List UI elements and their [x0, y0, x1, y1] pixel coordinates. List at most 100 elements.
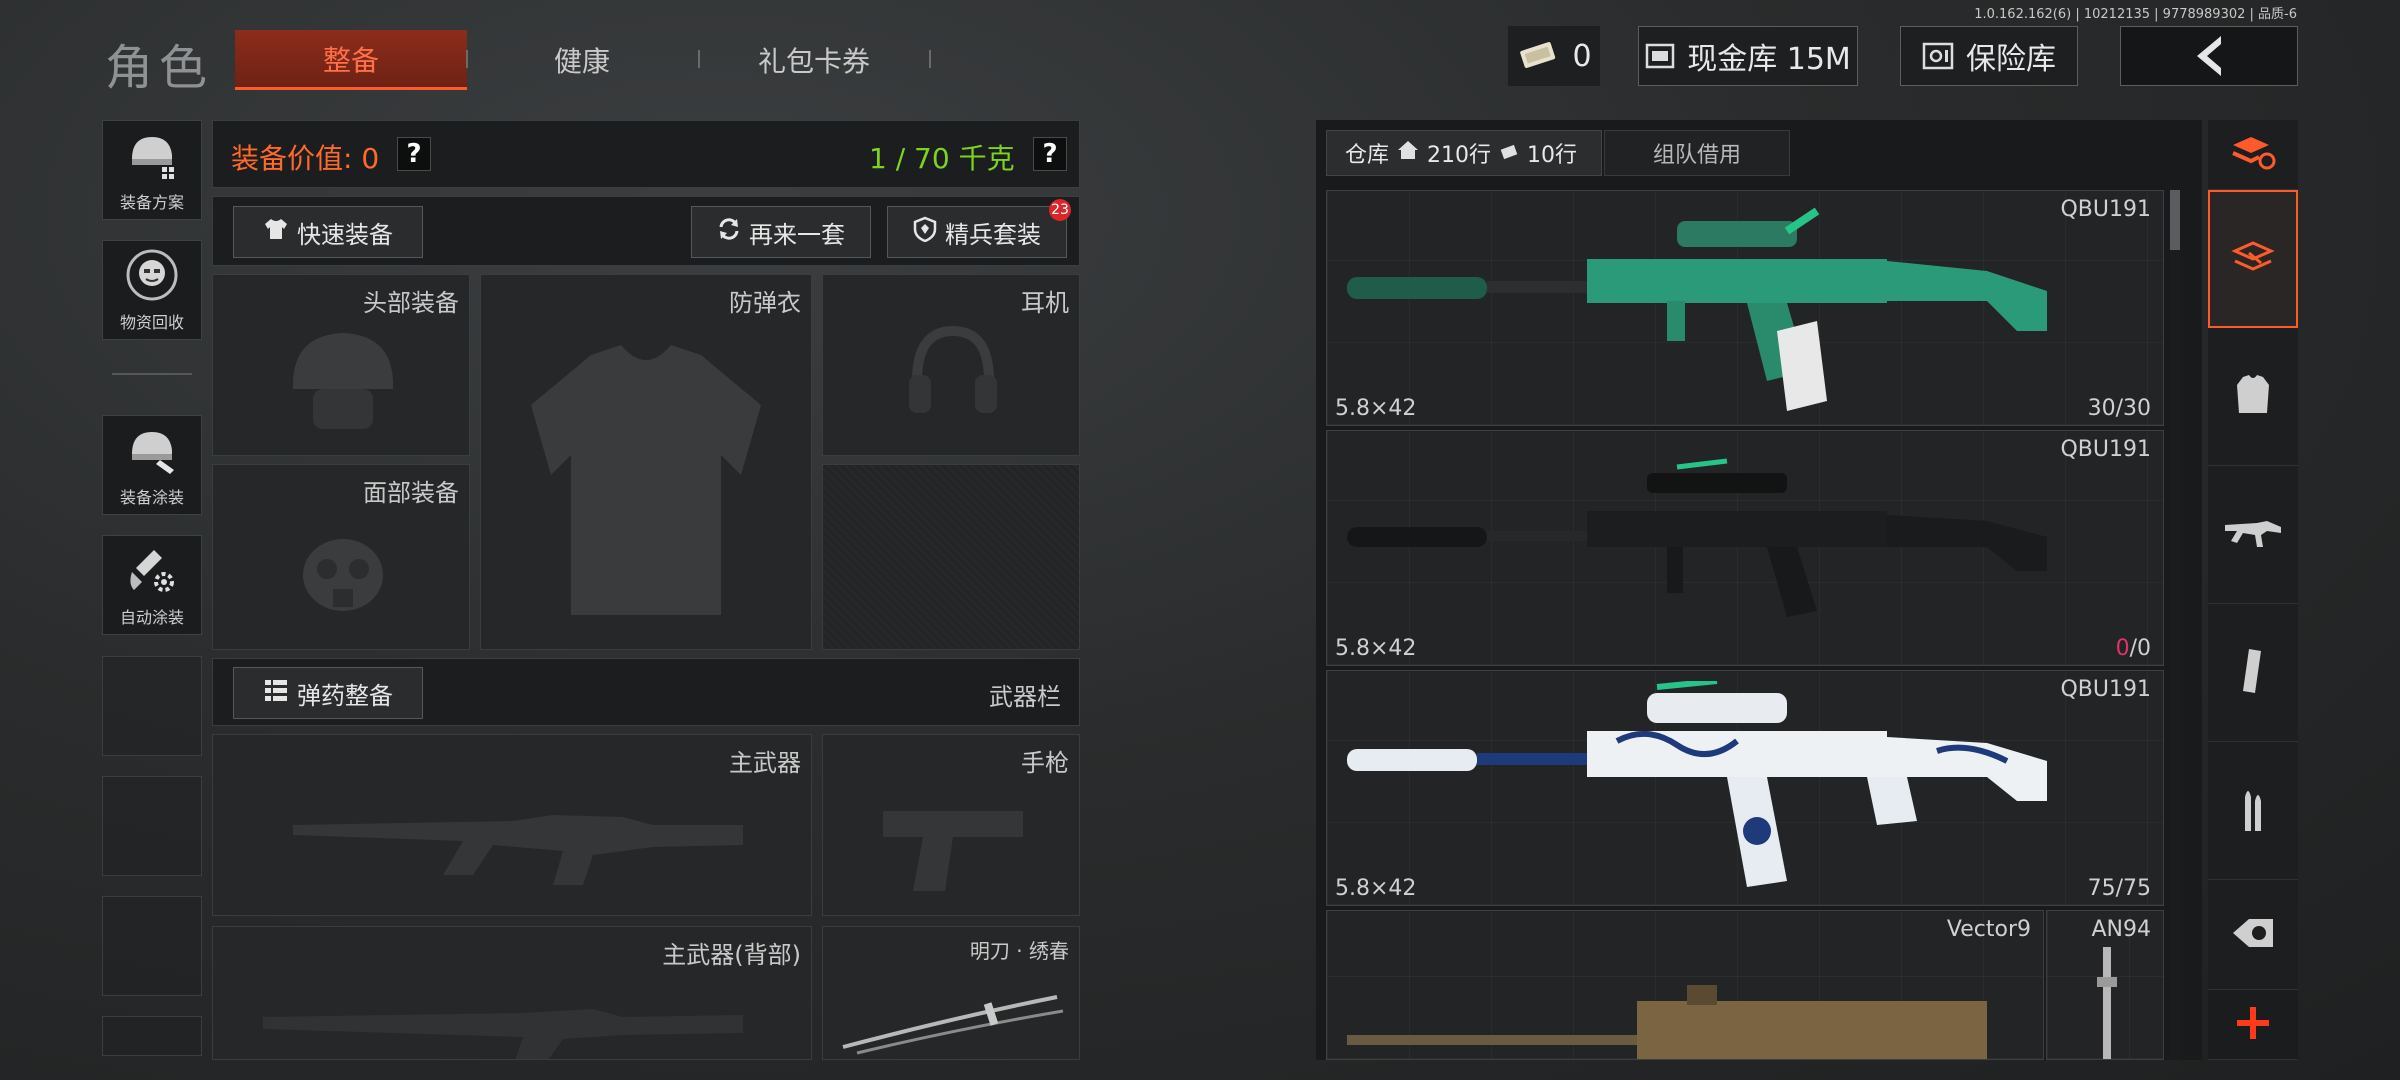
item-name: AN94: [2091, 917, 2151, 942]
tab-health[interactable]: 健康: [466, 30, 698, 90]
refresh-icon: [717, 217, 741, 247]
scope-icon: [2229, 913, 2277, 957]
face-gear-slot[interactable]: 面部装备: [212, 464, 470, 650]
sword-icon: [842, 995, 1064, 1055]
cash-vault-label: 现金库 15M: [1687, 42, 1851, 77]
sidebar-item-label: 物资回收: [119, 313, 184, 332]
category-all-items[interactable]: [2208, 190, 2298, 328]
headset-slot[interactable]: 耳机: [822, 274, 1080, 456]
ticket-icon: [1499, 141, 1519, 166]
slot-label: 手枪: [1021, 749, 1069, 777]
ticket-counter[interactable]: 0: [1508, 26, 1600, 86]
item-caliber: 5.8×42: [1335, 636, 1417, 661]
magazine-icon: [2235, 647, 2271, 699]
tab-team-borrow[interactable]: 组队借用: [1604, 130, 1790, 176]
sidebar-empty-slot: [102, 776, 202, 876]
safe-vault-button[interactable]: 保险库: [1900, 26, 2078, 86]
chevron-left-icon: [2189, 34, 2229, 78]
category-ammo[interactable]: [2208, 742, 2298, 880]
layers-refresh-icon: [2229, 133, 2277, 177]
ammo-current: 0: [2115, 636, 2130, 661]
rifle-green-skin-icon: [1347, 207, 2047, 411]
slot-label: 主武器(背部): [662, 941, 801, 969]
sidebar-item-label: 自动涂装: [119, 608, 184, 627]
quick-equip-button[interactable]: 快速装备: [233, 206, 423, 258]
elite-set-badge: 23: [1049, 199, 1071, 221]
back-weapon-slot[interactable]: 主武器(背部): [212, 926, 812, 1060]
rifle-silhouette-icon: [293, 815, 743, 885]
equipment-value: 装备价值: 0: [231, 142, 380, 175]
warehouse-item-qbu191-green[interactable]: QBU191 5.8×42 30/30: [1326, 190, 2164, 426]
all-items-icon: [2231, 237, 2275, 281]
warehouse-item-qbu191-white[interactable]: QBU191 5.8×42 75/75: [1326, 670, 2164, 906]
pistol-slot[interactable]: 手枪: [822, 734, 1080, 916]
plus-icon: [2235, 1005, 2271, 1045]
item-caliber: 5.8×42: [1335, 876, 1417, 901]
redo-set-button[interactable]: 再来一套: [691, 206, 871, 258]
empty-gear-slot: [822, 464, 1080, 650]
primary-weapon-slot[interactable]: 主武器: [212, 734, 812, 916]
sidebar-item-loadout-plan[interactable]: 装备方案: [102, 120, 202, 220]
brush-gear-icon: [124, 536, 180, 604]
warehouse-item-vector9[interactable]: Vector9: [1326, 910, 2044, 1060]
safe-icon: [1922, 41, 1954, 71]
ammo-prep-button[interactable]: 弹药整备: [233, 667, 423, 719]
tab-label: 礼包卡券: [757, 45, 870, 78]
cash-icon: [1645, 41, 1675, 71]
cash-vault-button[interactable]: 现金库 15M: [1638, 26, 1858, 86]
sidebar-item-recycle[interactable]: 物资回收: [102, 240, 202, 340]
weight-help-button[interactable]: ?: [1033, 137, 1067, 171]
shirt-icon: [263, 217, 289, 247]
sidebar-item-auto-skin[interactable]: 自动涂装: [102, 535, 202, 635]
value-help-button[interactable]: ?: [397, 137, 431, 171]
weapon-bar-label: 武器栏: [989, 683, 1061, 711]
warehouse-item-an94[interactable]: AN94: [2046, 910, 2164, 1060]
warehouse-rows: 210行: [1427, 143, 1492, 168]
page-title: 角色: [105, 40, 214, 96]
redo-set-label: 再来一套: [749, 220, 845, 249]
loadout-summary-bar: 装备价值: 0 ? 1 / 70 千克 ?: [212, 120, 1080, 188]
tab-team-borrow-label: 组队借用: [1652, 143, 1741, 168]
home-icon: [1397, 140, 1419, 166]
melee-slot[interactable]: 明刀 · 绣春: [822, 926, 1080, 1060]
tab-prepare[interactable]: 整备: [235, 30, 467, 90]
helmet-icon: [293, 333, 393, 429]
elite-set-label: 精兵套装: [945, 220, 1041, 249]
warehouse-rows-secondary: 10行: [1527, 143, 1578, 168]
sidebar-item-label: 装备涂装: [119, 488, 184, 507]
category-refresh[interactable]: [2208, 120, 2298, 190]
warehouse-item-qbu191-black[interactable]: QBU191 5.8×42 0/0: [1326, 430, 2164, 666]
category-weapons[interactable]: [2208, 466, 2298, 604]
back-button[interactable]: [2120, 26, 2298, 86]
item-ammo-count: 30/30: [2087, 396, 2151, 421]
ammo-list-icon: [263, 678, 289, 708]
category-magazines[interactable]: [2208, 604, 2298, 742]
warehouse-scroll-thumb[interactable]: [2170, 190, 2180, 250]
category-attachments[interactable]: [2208, 880, 2298, 990]
smg-brown-skin-icon: [1347, 985, 1987, 1059]
safe-vault-label: 保险库: [1966, 42, 2056, 77]
slot-label: 防弹衣: [729, 289, 801, 317]
warehouse-scrollbar[interactable]: [2170, 190, 2180, 1060]
rifle-icon: [2223, 513, 2283, 557]
add-category-button[interactable]: [2208, 990, 2298, 1060]
weapon-bar-header: 弹药整备 武器栏: [212, 658, 1080, 726]
sidebar-divider: [112, 373, 192, 375]
tab-warehouse[interactable]: 仓库 210行 10行: [1326, 130, 1602, 176]
pistol-icon: [883, 811, 1023, 891]
rifle-black-skin-icon: [1347, 458, 2047, 617]
slot-label: 面部装备: [363, 479, 459, 507]
sidebar-empty-slot: [102, 896, 202, 996]
head-gear-slot[interactable]: 头部装备: [212, 274, 470, 456]
elite-set-button[interactable]: 精兵套装: [887, 206, 1067, 258]
ammo-prep-label: 弹药整备: [297, 681, 393, 710]
quick-equip-label: 快速装备: [297, 220, 393, 249]
tab-gift-coupons[interactable]: 礼包卡券: [698, 30, 930, 90]
tab-divider: [929, 50, 931, 68]
category-armor[interactable]: [2208, 328, 2298, 466]
body-armor-slot[interactable]: 防弹衣: [480, 274, 812, 650]
sidebar-item-label: 装备方案: [119, 193, 184, 212]
item-caliber: 5.8×42: [1335, 396, 1417, 421]
sidebar-item-gear-skin[interactable]: 装备涂装: [102, 415, 202, 515]
rifle-silhouette-icon: [263, 1009, 743, 1059]
